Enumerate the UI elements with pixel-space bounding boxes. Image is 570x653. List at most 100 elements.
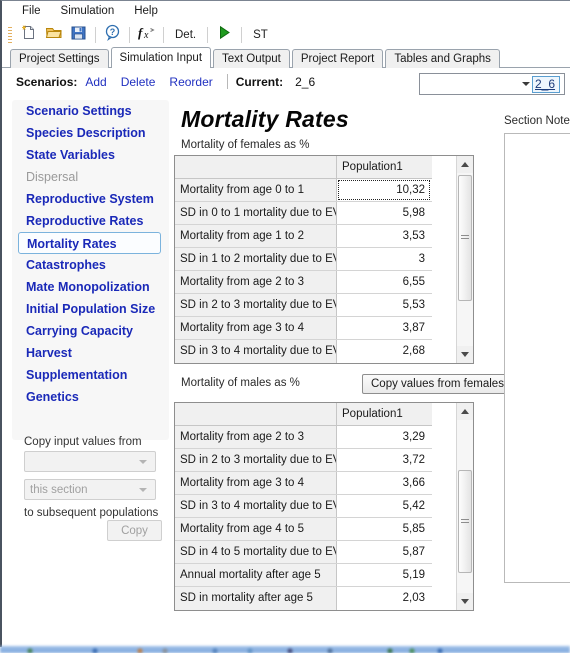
row-value[interactable]: 5,42	[337, 495, 431, 517]
scroll-up-button[interactable]	[457, 403, 473, 420]
row-value[interactable]: 3,72	[337, 449, 431, 471]
deterministic-mode-button[interactable]: Det.	[169, 27, 202, 43]
row-value[interactable]: 3,29	[337, 426, 431, 448]
tab-tables-and-graphs[interactable]: Tables and Graphs	[385, 49, 500, 68]
row-value[interactable]: 5,85	[337, 518, 431, 540]
row-label: Mortality from age 3 to 4	[175, 472, 337, 494]
function-button[interactable]: f x	[135, 24, 158, 45]
row-value[interactable]: 3,87	[337, 317, 431, 339]
sidebar-item-reproductive-system[interactable]: Reproductive System	[12, 188, 169, 210]
table-row: SD in 2 to 3 mortality due to EV 5,53	[175, 294, 432, 317]
males-grid-header-population1[interactable]: Population1	[337, 403, 431, 425]
row-value[interactable]: 3	[337, 248, 431, 270]
st-mode-button[interactable]: ST	[247, 27, 274, 43]
females-grid-header-blank	[175, 156, 337, 178]
scenarios-label: Scenarios:	[16, 74, 78, 89]
females-grid-header-population1[interactable]: Population1	[337, 156, 431, 178]
page-title: Mortality Rates	[181, 106, 349, 132]
save-button[interactable]	[67, 24, 90, 45]
row-value[interactable]: 5,53	[337, 294, 431, 316]
females-mortality-grid: Population1 Mortality from age 0 to 1 10…	[174, 155, 474, 364]
sidebar-item-catastrophes[interactable]: Catastrophes	[12, 254, 169, 276]
row-value[interactable]: 3,53	[337, 225, 431, 247]
scroll-up-button[interactable]	[457, 156, 473, 173]
scenario-delete-link[interactable]: Delete	[121, 75, 156, 89]
sidebar-item-reproductive-rates[interactable]: Reproductive Rates	[12, 210, 169, 232]
row-value[interactable]: 5,19	[337, 564, 431, 586]
row-value[interactable]: 2,68	[337, 340, 431, 363]
scroll-down-button[interactable]	[457, 346, 473, 363]
row-value[interactable]: 5,87	[337, 541, 431, 563]
triangle-down-icon	[461, 352, 469, 357]
row-label: SD in 0 to 1 mortality due to EV	[175, 202, 337, 224]
scrollbar-thumb[interactable]	[458, 470, 472, 573]
row-label: Mortality from age 3 to 4	[175, 317, 337, 339]
row-value[interactable]: 5,98	[337, 202, 431, 224]
menu-help[interactable]: Help	[124, 3, 168, 19]
row-label: SD in 1 to 2 mortality due to EV	[175, 248, 337, 270]
copy-scope-select-value: this section	[30, 483, 88, 496]
toolbar-separator	[129, 26, 130, 43]
row-value[interactable]: 6,55	[337, 271, 431, 293]
sidebar-item-mortality-rates[interactable]: Mortality Rates	[18, 232, 161, 254]
sidebar-item-supplementation[interactable]: Supplementation	[12, 364, 169, 386]
copy-values-from-females-button[interactable]: Copy values from females	[362, 374, 513, 394]
females-grid-scrollbar[interactable]	[456, 156, 473, 363]
triangle-up-icon	[461, 162, 469, 167]
scenario-reorder-link[interactable]: Reorder	[169, 75, 212, 89]
application-window: File Simulation Help ? f x Det. ST Proje…	[0, 0, 570, 647]
new-document-button[interactable]	[17, 24, 40, 45]
sidebar-item-carrying-capacity[interactable]: Carrying Capacity	[12, 320, 169, 342]
row-value[interactable]: 3,66	[337, 472, 431, 494]
males-mortality-grid: Population1 Mortality from age 2 to 3 3,…	[174, 402, 474, 611]
row-label: Mortality from age 4 to 5	[175, 518, 337, 540]
table-row: Mortality from age 2 to 3 3,29	[175, 426, 432, 449]
table-row: SD in 2 to 3 mortality due to EV 3,72	[175, 449, 432, 472]
males-grid-scrollbar[interactable]	[456, 403, 473, 610]
tab-project-settings[interactable]: Project Settings	[10, 49, 109, 68]
scenario-add-link[interactable]: Add	[85, 75, 106, 89]
help-button[interactable]: ?	[101, 24, 124, 45]
females-grid-header-row: Population1	[175, 156, 432, 179]
table-row: Mortality from age 3 to 4 3,66	[175, 472, 432, 495]
males-grid-columns: Population1 Mortality from age 2 to 3 3,…	[175, 403, 432, 610]
copy-scope-select: this section	[24, 479, 156, 500]
tab-project-report[interactable]: Project Report	[291, 49, 384, 68]
menu-file[interactable]: File	[12, 3, 51, 19]
tab-simulation-input[interactable]: Simulation Input	[110, 47, 212, 68]
table-row: SD in 3 to 4 mortality due to EV 5,42	[175, 495, 432, 518]
males-grid-toolbar: Mortality of males as % Copy values from…	[174, 374, 513, 396]
menu-simulation[interactable]: Simulation	[51, 3, 125, 19]
toolbar-grip[interactable]	[8, 26, 12, 43]
sidebar-item-species-description[interactable]: Species Description	[12, 122, 169, 144]
table-row: Mortality from age 4 to 5 5,85	[175, 518, 432, 541]
scenario-select-value[interactable]: 2_6	[532, 76, 560, 93]
table-row: SD in mortality after age 5 2,03	[175, 587, 432, 610]
table-row: SD in 4 to 5 mortality due to EV 5,87	[175, 541, 432, 564]
scroll-down-button[interactable]	[457, 593, 473, 610]
open-project-button[interactable]	[42, 24, 65, 45]
toolbar-separator	[95, 26, 96, 43]
section-notes-input[interactable]	[504, 133, 570, 583]
sidebar-item-harvest[interactable]: Harvest	[12, 342, 169, 364]
row-value[interactable]: 10,32	[337, 179, 431, 201]
copy-input-values-block: Copy input values from this section to s…	[24, 436, 174, 541]
section-notes-panel: Section Notes	[504, 115, 570, 583]
tab-text-output[interactable]: Text Output	[213, 49, 290, 68]
row-label: Mortality from age 2 to 3	[175, 271, 337, 293]
females-grid-columns: Population1 Mortality from age 0 to 1 10…	[175, 156, 432, 363]
toolbar: ? f x Det. ST	[2, 22, 570, 47]
scrollbar-thumb[interactable]	[458, 175, 472, 301]
grip-icon	[461, 518, 469, 525]
sidebar-item-genetics[interactable]: Genetics	[12, 386, 169, 408]
sidebar-item-initial-population-size[interactable]: Initial Population Size	[12, 298, 169, 320]
table-row: Mortality from age 2 to 3 6,55	[175, 271, 432, 294]
scenario-select[interactable]: 2_6	[419, 73, 565, 95]
sidebar-item-state-variables[interactable]: State Variables	[12, 144, 169, 166]
row-label: SD in 2 to 3 mortality due to EV	[175, 294, 337, 316]
row-value[interactable]: 2,03	[337, 587, 431, 610]
sidebar-item-mate-monopolization[interactable]: Mate Monopolization	[12, 276, 169, 298]
svg-text:?: ?	[110, 27, 116, 37]
run-simulation-button[interactable]	[213, 24, 236, 45]
sidebar-item-scenario-settings[interactable]: Scenario Settings	[12, 100, 169, 122]
